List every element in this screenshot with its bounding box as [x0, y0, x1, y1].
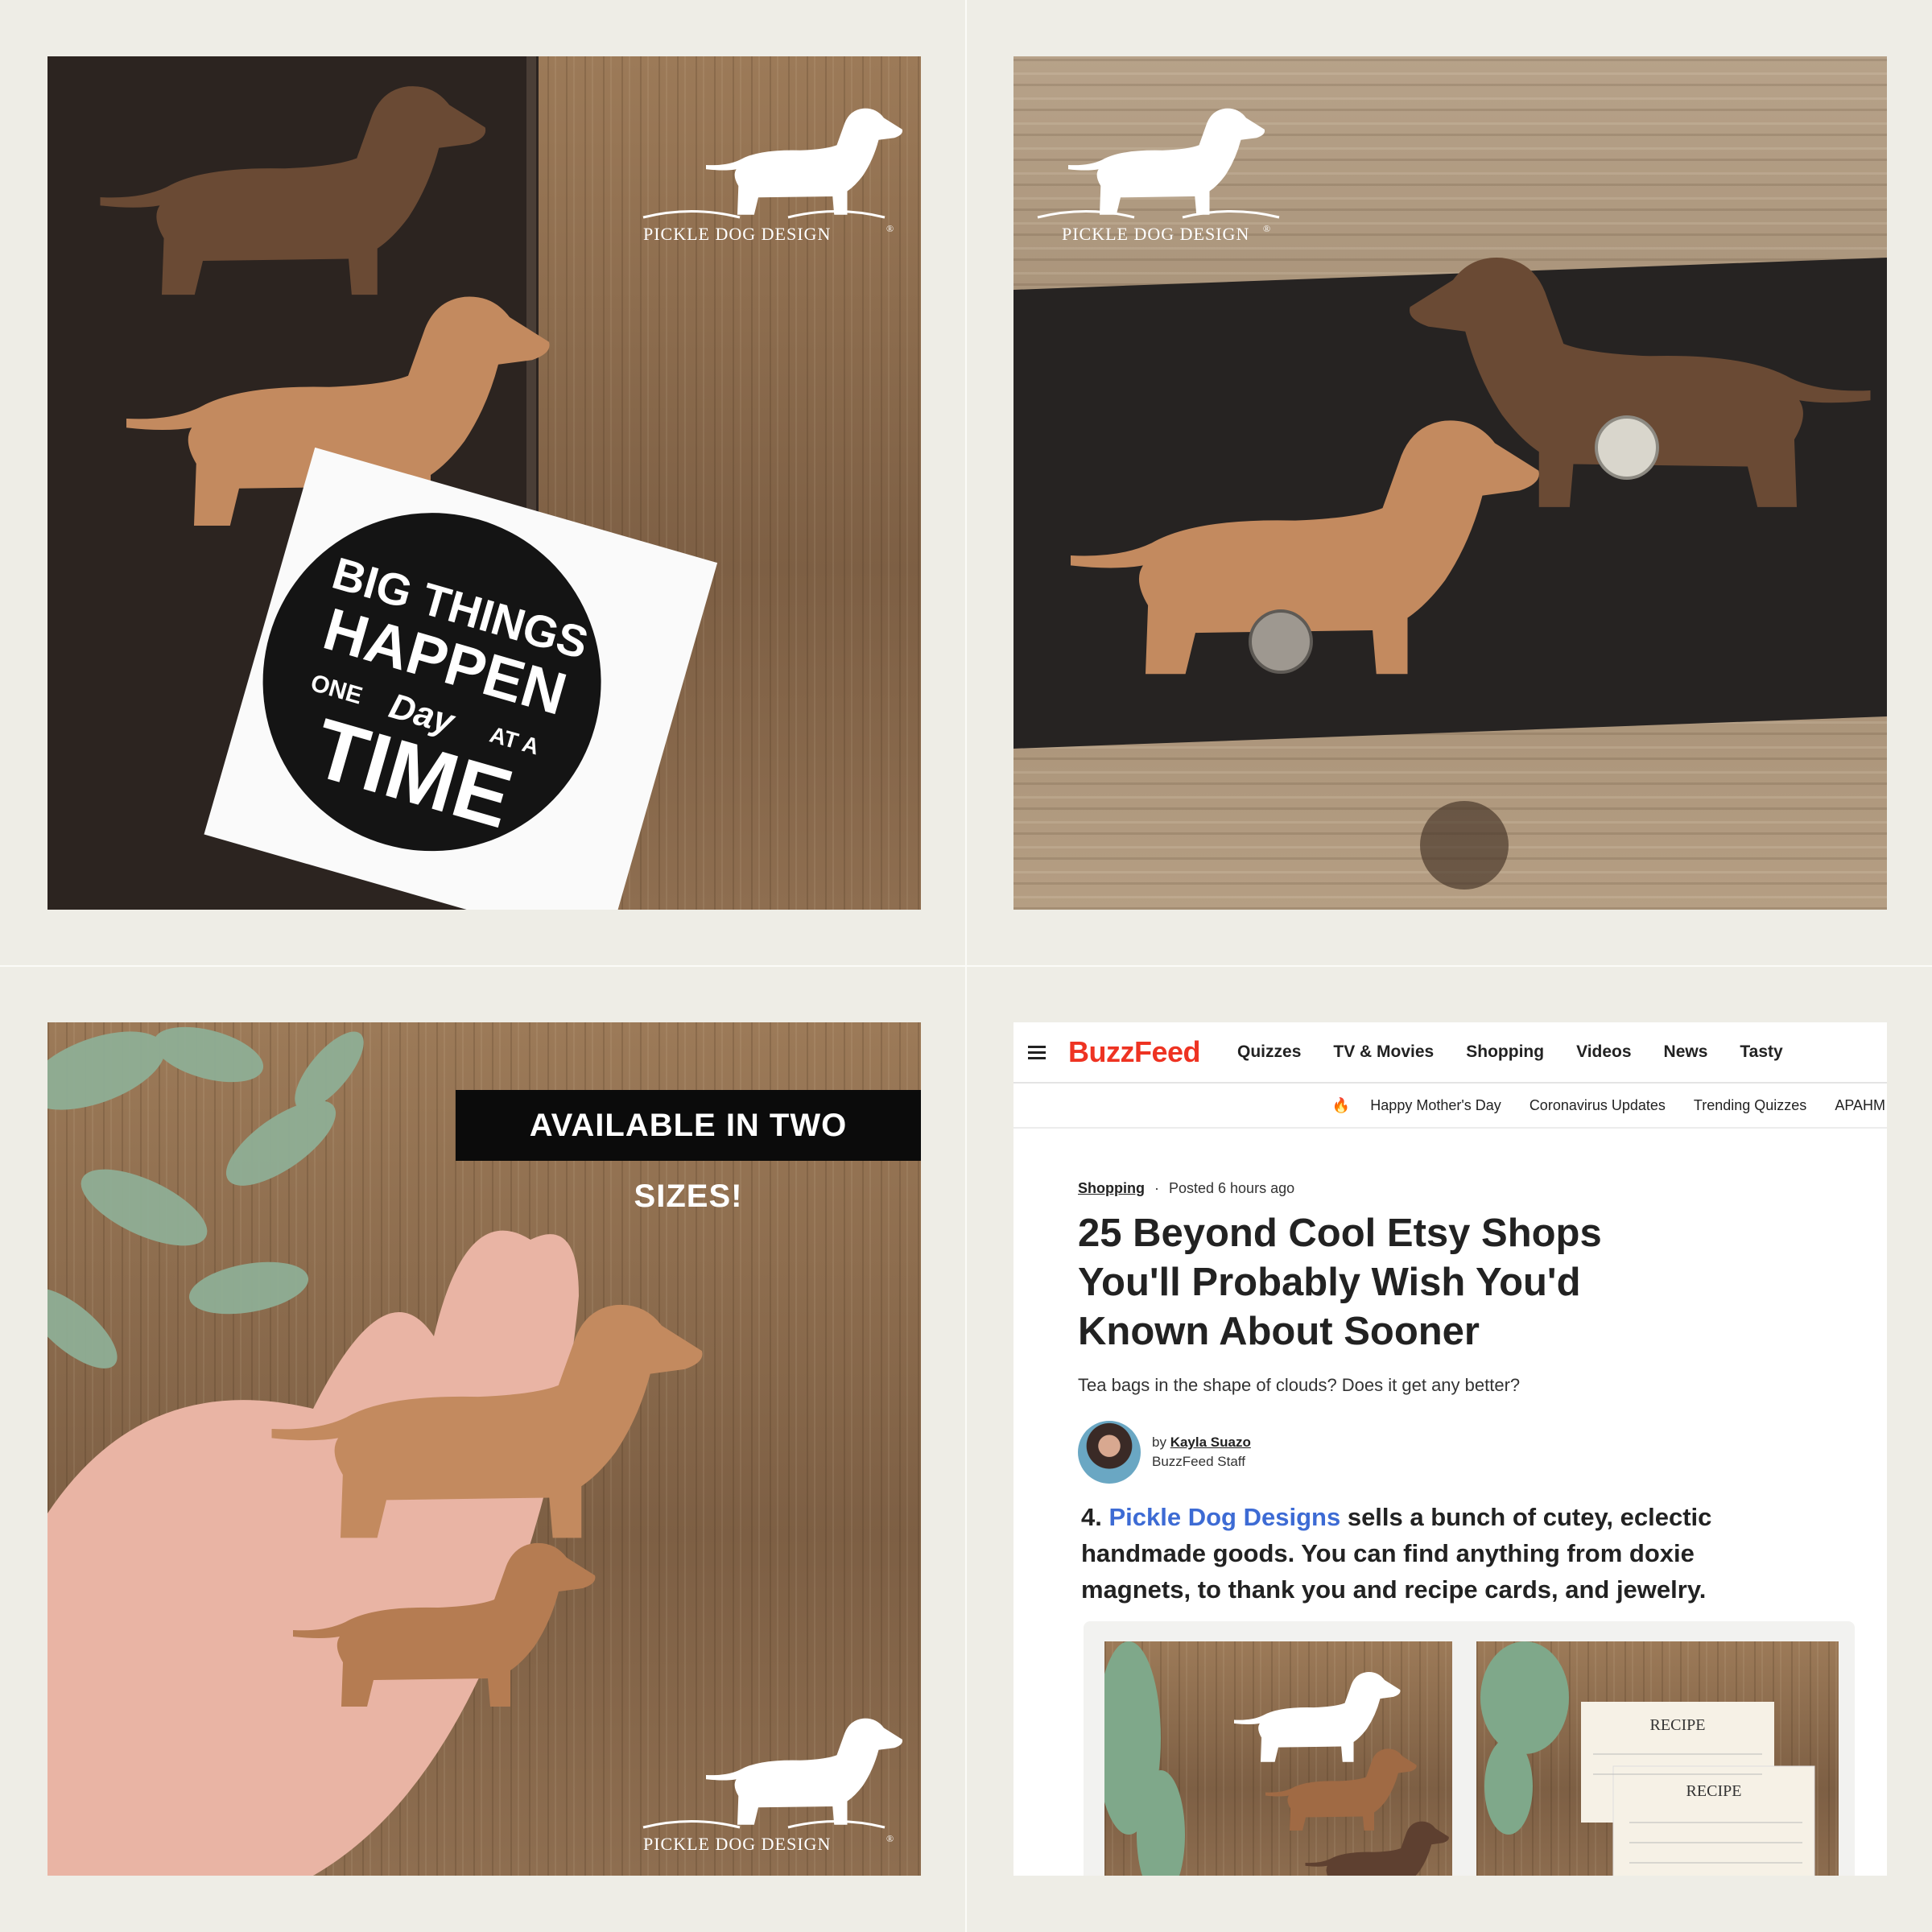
buzzfeed-header: BuzzFeed Quizzes TV & Movies Shopping Vi…: [1013, 1022, 1887, 1084]
nav-videos[interactable]: Videos: [1576, 1042, 1631, 1062]
watermark-registered: ®: [886, 1833, 894, 1844]
trending-quizzes[interactable]: Trending Quizzes: [1694, 1097, 1806, 1114]
thumbnail-recipe-cards[interactable]: RECIPE RECIPE: [1476, 1641, 1839, 1876]
nav-shopping[interactable]: Shopping: [1466, 1042, 1544, 1062]
magnet-disc-2: [1249, 609, 1313, 674]
article-category-link[interactable]: Shopping: [1078, 1180, 1145, 1197]
watermark-registered: ®: [886, 223, 894, 234]
watermark-logo: [642, 1718, 903, 1829]
photo-magnet-backs: PICKLE DOG DESIGN ®: [1013, 56, 1887, 910]
buzzfeed-logo[interactable]: BuzzFeed: [1068, 1035, 1201, 1069]
trending-bar: 🔥 Happy Mother's Day Coronavirus Updates…: [1013, 1084, 1887, 1129]
article-image-grid: RECIPE RECIPE: [1084, 1621, 1855, 1876]
hand: [47, 1230, 579, 1876]
article-dek: Tea bags in the shape of clouds? Does it…: [1078, 1375, 1521, 1395]
recipe-card-label-1: RECIPE: [1650, 1716, 1706, 1734]
trending-mothers-day[interactable]: Happy Mother's Day: [1370, 1097, 1501, 1114]
author-role: BuzzFeed Staff: [1152, 1454, 1245, 1469]
shop-link[interactable]: Pickle Dog Designs: [1108, 1503, 1340, 1531]
recipe-card-label-2: RECIPE: [1686, 1782, 1742, 1800]
watermark-text: PICKLE DOG DESIGN: [1062, 224, 1249, 244]
photo-magnets-with-card: BIG THINGS HAPPEN ONE Day AT A TIME PICK…: [47, 56, 921, 910]
watermark-text: PICKLE DOG DESIGN: [643, 224, 831, 244]
watermark-logo: [1037, 108, 1280, 219]
article-meta: Shopping · Posted 6 hours ago: [1078, 1180, 1294, 1197]
trending-apahm[interactable]: APAHM: [1835, 1097, 1885, 1114]
nav-tv-movies[interactable]: TV & Movies: [1333, 1042, 1434, 1062]
watermark-text: PICKLE DOG DESIGN: [643, 1834, 831, 1854]
greenery: [47, 1026, 364, 1368]
main-nav: Quizzes TV & Movies Shopping Videos News…: [1237, 1042, 1783, 1062]
magnet-disc-1: [1595, 415, 1659, 480]
nav-tasty[interactable]: Tasty: [1740, 1042, 1782, 1062]
nav-quizzes[interactable]: Quizzes: [1237, 1042, 1301, 1062]
buzzfeed-feature-screenshot: BuzzFeed Quizzes TV & Movies Shopping Vi…: [1013, 1022, 1887, 1876]
sizes-banner: AVAILABLE IN TWO SIZES!: [456, 1090, 921, 1214]
byline-prefix: by: [1152, 1435, 1166, 1450]
article-title: 25 Beyond Cool Etsy Shops You'll Probabl…: [1078, 1212, 1602, 1353]
meta-dot: ·: [1154, 1180, 1159, 1196]
trending-coronavirus[interactable]: Coronavirus Updates: [1530, 1097, 1666, 1114]
thumbnail-doxie-magnets[interactable]: [1104, 1641, 1452, 1876]
photo-scene: PICKLE DOG DESIGN ®: [1013, 108, 1887, 890]
article-byline: by Kayla Suazo BuzzFeed Staff: [1078, 1421, 1251, 1484]
article-posted-time: Posted 6 hours ago: [1168, 1180, 1295, 1196]
nav-news[interactable]: News: [1664, 1042, 1708, 1062]
card-text-layer: BIG THINGS HAPPEN ONE Day AT A TIME PICK…: [303, 223, 894, 846]
author-name-link[interactable]: Kayla Suazo: [1170, 1435, 1251, 1450]
fire-icon: 🔥: [1331, 1096, 1351, 1113]
hamburger-icon[interactable]: [1028, 1045, 1046, 1059]
item-number: 4.: [1081, 1503, 1102, 1531]
author-avatar[interactable]: [1078, 1421, 1141, 1484]
watermark-registered: ®: [1263, 223, 1271, 234]
horizontal-divider: [0, 965, 1932, 967]
photo-two-sizes: PICKLE DOG DESIGN ® AVAILABLE IN TWO SIZ…: [47, 1022, 921, 1876]
article-item-text: 4. Pickle Dog Designs sells a bunch of c…: [1081, 1499, 1790, 1608]
